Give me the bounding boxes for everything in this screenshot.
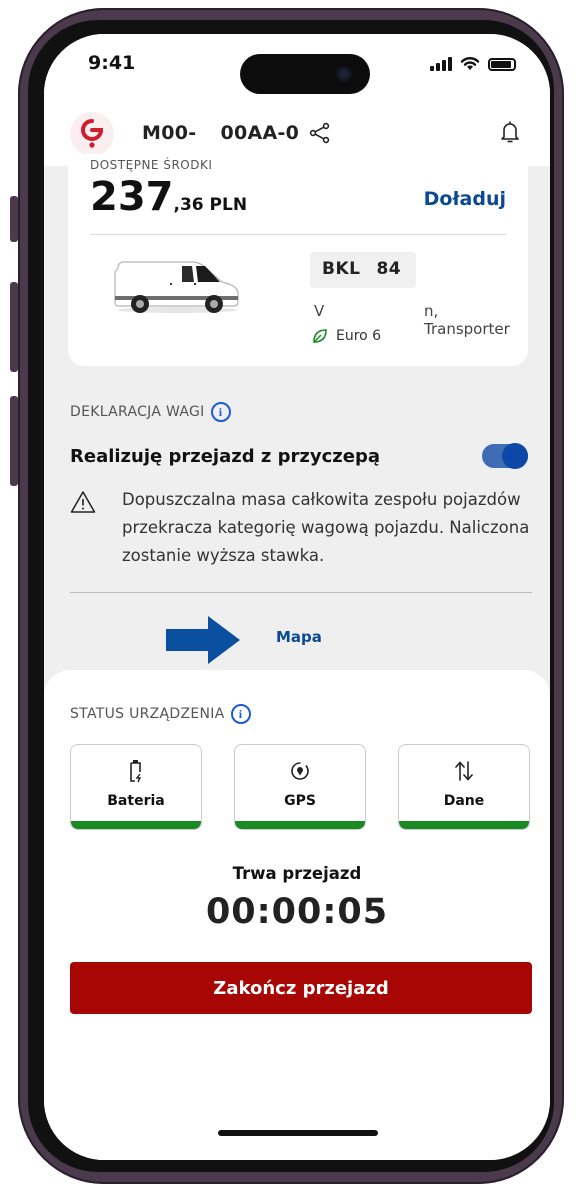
plate-title-part2: 00AA-0 bbox=[220, 122, 300, 144]
topup-button[interactable]: Doładuj bbox=[424, 188, 506, 210]
phone-side-button bbox=[10, 282, 18, 372]
phone-side-button bbox=[10, 196, 18, 242]
signal-icon bbox=[430, 57, 452, 71]
van-image bbox=[114, 261, 239, 313]
funds-label: DOSTĘPNE ŚRODKI bbox=[90, 158, 213, 172]
bell-icon[interactable] bbox=[500, 120, 520, 144]
device-status-panel: STATUS URZĄDZENIA i Bateria GPS Dane Trw… bbox=[44, 670, 550, 1160]
status-tile-data[interactable]: Dane bbox=[398, 744, 530, 830]
funds-amount: 237,36 PLN bbox=[90, 174, 247, 220]
trip-timer: 00:00:05 bbox=[205, 892, 389, 932]
status-tile-label: GPS bbox=[284, 793, 316, 809]
status-tile-label: Dane bbox=[443, 793, 485, 809]
warning-icon bbox=[70, 491, 96, 513]
phone-screen: 9:41 M00- 00AA-0 DOSTĘPNE ŚRODKI 237,36 … bbox=[44, 34, 550, 1160]
trailer-toggle[interactable] bbox=[482, 443, 528, 469]
status-tile-battery[interactable]: Bateria bbox=[70, 744, 202, 830]
trip-status-label: Trwa przejazd bbox=[232, 864, 362, 883]
device-status-label-text: STATUS URZĄDZENIA bbox=[70, 706, 225, 722]
phone-side-button bbox=[10, 396, 18, 486]
camera-icon bbox=[336, 66, 352, 82]
map-link[interactable]: Mapa bbox=[276, 628, 322, 646]
end-trip-button[interactable]: Zakończ przejazd bbox=[70, 962, 532, 1014]
battery-charging-icon bbox=[130, 760, 142, 783]
status-time: 9:41 bbox=[88, 52, 136, 74]
plate-title-part1: M00- bbox=[142, 122, 197, 144]
funds-amount-fraction: ,36 PLN bbox=[173, 195, 248, 215]
leaf-icon bbox=[313, 329, 327, 343]
vehicle-plate-title[interactable]: M00- 00AA-0 bbox=[142, 122, 299, 144]
status-indicator-bar bbox=[235, 821, 365, 829]
toggle-knob bbox=[502, 443, 528, 469]
plate-a: BKL bbox=[322, 259, 361, 279]
divider bbox=[70, 592, 532, 593]
vehicle-plate-badge: BKL 84 bbox=[310, 252, 416, 288]
plate-b: 84 bbox=[376, 259, 402, 279]
info-icon[interactable]: i bbox=[230, 704, 251, 724]
location-target-icon bbox=[291, 762, 309, 780]
emission-label: Euro 6 bbox=[336, 328, 382, 344]
trailer-toggle-label: Realizuję przejazd z przyczepą bbox=[70, 446, 380, 467]
emission-class: Euro 6 bbox=[312, 328, 381, 344]
account-vehicle-card: DOSTĘPNE ŚRODKI 237,36 PLN Doładuj BKL 84… bbox=[68, 154, 528, 366]
declaration-label-text: DEKLARACJA WAGI bbox=[70, 404, 205, 420]
data-transfer-icon bbox=[455, 761, 473, 781]
app-logo[interactable] bbox=[70, 112, 114, 156]
status-icons bbox=[430, 56, 516, 71]
battery-icon bbox=[488, 58, 516, 71]
dynamic-island bbox=[240, 54, 370, 94]
arrow-right-icon bbox=[166, 616, 240, 664]
device-status-label: STATUS URZĄDZENIA i bbox=[70, 704, 251, 724]
model-a: V bbox=[314, 302, 325, 320]
status-tile-label: Bateria bbox=[107, 793, 165, 809]
status-bar: 9:41 bbox=[44, 34, 550, 104]
model-b: n, Transporter bbox=[424, 302, 510, 338]
trailer-warning-text: Dopuszczalna masa całkowita zespołu poja… bbox=[122, 490, 530, 565]
vehicle-model: V n, Transporter bbox=[314, 302, 514, 338]
home-indicator[interactable] bbox=[218, 1130, 378, 1136]
share-icon[interactable] bbox=[309, 122, 331, 144]
status-indicator-bar bbox=[399, 821, 529, 829]
logo-icon bbox=[81, 119, 104, 148]
status-tile-gps[interactable]: GPS bbox=[234, 744, 366, 830]
wifi-icon bbox=[460, 57, 480, 70]
weight-declaration-label: DEKLARACJA WAGI i bbox=[70, 402, 231, 422]
info-icon[interactable]: i bbox=[210, 402, 231, 422]
status-indicator-bar bbox=[71, 821, 201, 829]
divider bbox=[90, 234, 506, 235]
funds-amount-main: 237 bbox=[90, 174, 174, 220]
